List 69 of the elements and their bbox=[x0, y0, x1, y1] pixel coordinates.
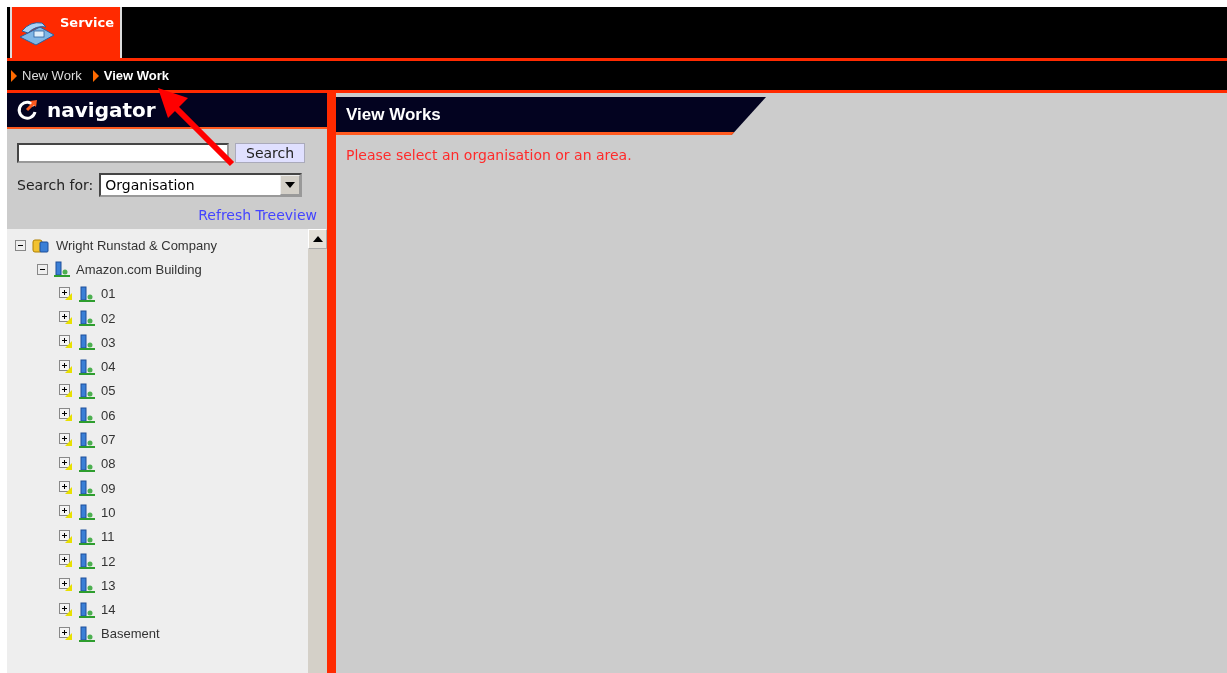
building-icon bbox=[79, 431, 95, 448]
expand-icon[interactable] bbox=[59, 578, 73, 593]
expand-icon[interactable] bbox=[59, 383, 73, 398]
scroll-up-button[interactable] bbox=[308, 229, 327, 249]
expand-icon[interactable] bbox=[59, 456, 73, 471]
building-icon bbox=[79, 480, 95, 497]
refresh-icon bbox=[15, 98, 39, 122]
building-icon bbox=[79, 504, 95, 521]
tree-item[interactable]: 08 bbox=[101, 456, 116, 472]
triangle-icon bbox=[11, 69, 17, 82]
navigator-title: navigator bbox=[47, 98, 156, 122]
expand-icon[interactable] bbox=[59, 286, 73, 301]
search-for-dropdown[interactable]: Organisation bbox=[99, 173, 303, 197]
tree-item[interactable]: Wright Runstad & Company bbox=[56, 237, 217, 253]
expand-icon[interactable] bbox=[59, 529, 73, 544]
tree-item[interactable]: Basement bbox=[101, 626, 160, 642]
up-arrow-icon bbox=[312, 236, 323, 242]
expand-icon[interactable] bbox=[59, 335, 73, 350]
expand-icon[interactable] bbox=[59, 408, 73, 423]
building-icon bbox=[79, 625, 95, 642]
tree-item[interactable]: 14 bbox=[101, 602, 116, 618]
caret-icon bbox=[285, 182, 296, 188]
expand-icon[interactable] bbox=[59, 432, 73, 447]
expand-icon[interactable] bbox=[59, 311, 73, 326]
search-button[interactable]: Search bbox=[235, 143, 306, 163]
info-message: Please select an organisation or an area. bbox=[345, 146, 633, 165]
view-title: View Works bbox=[346, 104, 441, 125]
expand-icon[interactable] bbox=[59, 554, 73, 568]
tree-item[interactable]: 02 bbox=[101, 310, 116, 326]
building-icon bbox=[79, 601, 95, 618]
tree-item[interactable]: 06 bbox=[101, 407, 116, 423]
building-icon bbox=[79, 553, 95, 569]
tree-item[interactable]: 07 bbox=[101, 432, 116, 447]
building-icon bbox=[79, 407, 95, 424]
expand-icon[interactable] bbox=[59, 481, 73, 496]
refresh-treeview-link[interactable]: Refresh Treeview bbox=[198, 207, 317, 223]
building-icon bbox=[54, 261, 70, 278]
triangle-icon bbox=[92, 69, 99, 82]
scrollbar[interactable] bbox=[308, 229, 327, 673]
tree-item[interactable]: 11 bbox=[101, 529, 115, 545]
collapse-icon[interactable] bbox=[15, 239, 26, 251]
building-icon bbox=[79, 310, 95, 327]
expand-icon[interactable] bbox=[59, 505, 73, 520]
search-field[interactable] bbox=[17, 143, 229, 163]
tree-item[interactable]: 05 bbox=[101, 383, 116, 399]
tree-item[interactable]: 12 bbox=[101, 553, 116, 569]
building-icon bbox=[79, 528, 95, 545]
search-for-label: Search for: bbox=[17, 177, 94, 193]
building-icon bbox=[79, 577, 95, 594]
building-icon bbox=[79, 455, 95, 472]
tree-item[interactable]: Amazon.com Building bbox=[76, 261, 202, 277]
expand-icon[interactable] bbox=[59, 602, 73, 617]
building-icon bbox=[79, 358, 95, 375]
building-icon bbox=[79, 285, 95, 302]
tree-item[interactable]: 09 bbox=[101, 480, 116, 496]
breadcrumb-link[interactable]: View Work bbox=[103, 68, 169, 83]
collapse-icon[interactable] bbox=[37, 263, 48, 275]
tree-item[interactable]: 10 bbox=[101, 504, 116, 520]
building-icon bbox=[79, 382, 95, 399]
tree-item[interactable]: 01 bbox=[101, 286, 116, 302]
buildings-icon bbox=[32, 237, 50, 254]
expand-icon[interactable] bbox=[59, 626, 73, 641]
tree-item[interactable]: 04 bbox=[101, 359, 116, 375]
tree-item[interactable]: 03 bbox=[101, 334, 116, 350]
expand-icon[interactable] bbox=[59, 359, 73, 374]
building-icon bbox=[79, 334, 95, 351]
tree-item[interactable]: 13 bbox=[101, 577, 116, 593]
breadcrumb-link[interactable]: New Work bbox=[22, 68, 82, 83]
service-tab[interactable]: Service bbox=[10, 7, 122, 58]
